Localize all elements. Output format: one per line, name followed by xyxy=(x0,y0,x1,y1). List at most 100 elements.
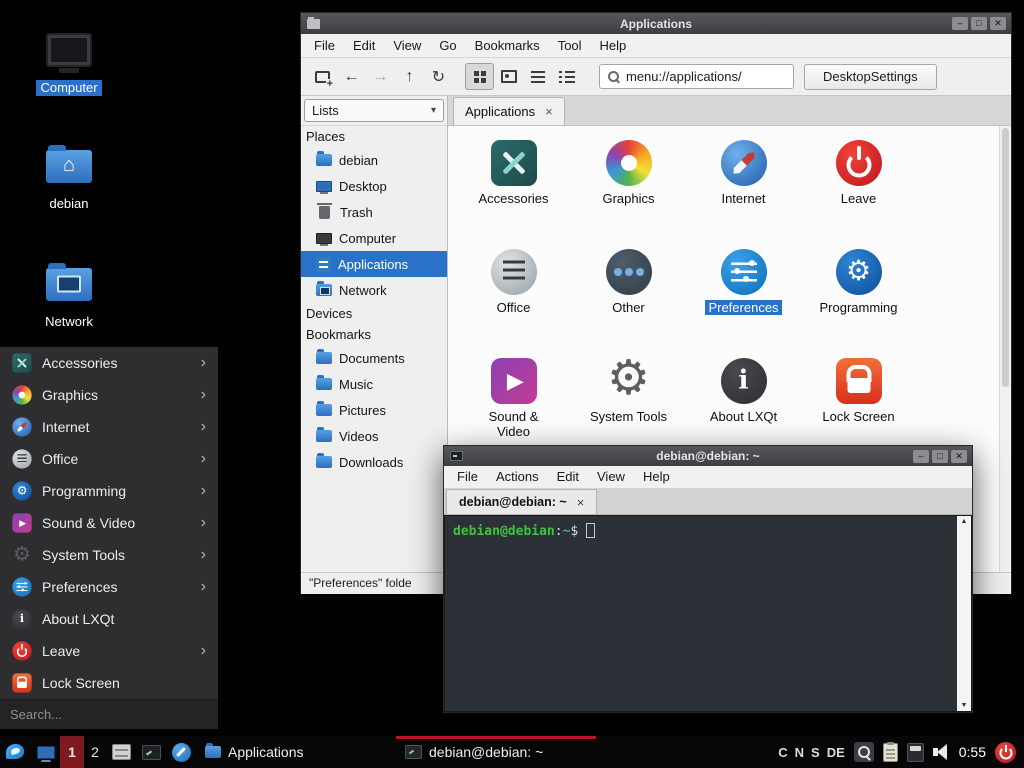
menu-edit[interactable]: Edit xyxy=(344,34,384,58)
app-category-office[interactable]: Office xyxy=(461,249,567,358)
menu-view[interactable]: View xyxy=(588,465,634,489)
menu-help[interactable]: Help xyxy=(591,34,636,58)
menu-edit[interactable]: Edit xyxy=(548,465,588,489)
address-bar[interactable]: menu://applications/ xyxy=(599,64,794,89)
thumbnail-view-button[interactable] xyxy=(494,63,523,90)
workspace-1-button[interactable]: 1 xyxy=(60,736,84,768)
menu-item-leave[interactable]: Leave› xyxy=(0,635,218,667)
sound-video-icon xyxy=(12,513,32,533)
desktop-icon-network[interactable]: Network xyxy=(21,258,117,330)
menu-item-preferences[interactable]: Preferences› xyxy=(0,571,218,603)
keyboard-layout-indicator[interactable]: DE xyxy=(827,745,845,760)
back-button[interactable]: ← xyxy=(337,63,366,90)
menu-item-system-tools[interactable]: System Tools› xyxy=(0,539,218,571)
task-button-applications[interactable]: Applications xyxy=(196,736,396,768)
clock[interactable]: 0:55 xyxy=(959,744,986,760)
sidebar-item-music[interactable]: Music xyxy=(301,371,447,397)
sidebar-item-computer[interactable]: Computer xyxy=(301,225,447,251)
tab-close-icon[interactable]: × xyxy=(577,495,585,510)
compact-view-button[interactable] xyxy=(523,63,552,90)
vertical-scrollbar[interactable] xyxy=(999,126,1011,572)
desktop-icon-computer[interactable]: Computer xyxy=(21,24,117,96)
terminal-scrollbar[interactable]: ▲ ▼ xyxy=(957,516,971,711)
window-title: debian@debian: ~ xyxy=(444,449,972,463)
folder-icon xyxy=(316,430,332,442)
detailed-view-button[interactable] xyxy=(552,63,581,90)
sidebar-item-pictures[interactable]: Pictures xyxy=(301,397,447,423)
workspace-2-button[interactable]: 2 xyxy=(84,736,106,768)
volume-icon[interactable] xyxy=(933,744,950,760)
icon-view-button[interactable] xyxy=(465,63,494,90)
menu-item-about-lxqt[interactable]: About LXQt xyxy=(0,603,218,635)
app-category-leave[interactable]: Leave xyxy=(806,140,912,249)
clipboard-tray-icon[interactable] xyxy=(883,743,898,762)
sidebar-item-desktop[interactable]: Desktop xyxy=(301,173,447,199)
menu-item-sound-video[interactable]: Sound & Video› xyxy=(0,507,218,539)
task-button-terminal[interactable]: debian@debian: ~ xyxy=(396,736,596,768)
close-button[interactable]: ✕ xyxy=(990,17,1006,30)
menu-item-lock-screen[interactable]: Lock Screen xyxy=(0,667,218,699)
terminal-tab[interactable]: debian@debian: ~ × xyxy=(446,489,597,514)
menu-item-internet[interactable]: Internet› xyxy=(0,411,218,443)
app-category-accessories[interactable]: Accessories xyxy=(461,140,567,249)
folder-icon xyxy=(316,378,332,390)
maximize-button[interactable]: □ xyxy=(932,450,948,463)
sidebar-item-network[interactable]: Network xyxy=(301,277,447,303)
sidebar-item-debian[interactable]: debian xyxy=(301,147,447,173)
menu-actions[interactable]: Actions xyxy=(487,465,548,489)
thumbnail-view-icon xyxy=(501,70,517,83)
submenu-arrow-icon: › xyxy=(201,355,206,371)
tab-close-icon[interactable]: × xyxy=(545,104,553,119)
menu-go[interactable]: Go xyxy=(430,34,465,58)
menu-bookmarks[interactable]: Bookmarks xyxy=(466,34,549,58)
accessories-icon xyxy=(12,353,32,373)
app-category-other[interactable]: Other xyxy=(576,249,682,358)
info-icon xyxy=(12,609,32,629)
menu-file[interactable]: File xyxy=(305,34,344,58)
maximize-button[interactable]: □ xyxy=(971,17,987,30)
sidebar-item-trash[interactable]: Trash xyxy=(301,199,447,225)
quicklaunch-editor[interactable] xyxy=(166,736,196,768)
desktop-icon-debian[interactable]: debian xyxy=(21,140,117,212)
show-desktop-button[interactable] xyxy=(32,736,60,768)
search-input[interactable] xyxy=(10,707,208,722)
sidebar-mode-dropdown[interactable]: Lists ▾ xyxy=(304,99,444,122)
app-category-programming[interactable]: Programming xyxy=(806,249,912,358)
new-tab-button[interactable] xyxy=(308,63,337,90)
menu-item-graphics[interactable]: Graphics› xyxy=(0,379,218,411)
up-button[interactable]: ↑ xyxy=(395,63,424,90)
app-category-preferences[interactable]: Preferences xyxy=(691,249,797,358)
minimize-button[interactable]: – xyxy=(913,450,929,463)
sidebar-item-videos[interactable]: Videos xyxy=(301,423,447,449)
magnifier-tray-icon[interactable] xyxy=(854,742,874,762)
terminal-console[interactable]: debian@debian:~$ xyxy=(445,516,957,711)
close-button[interactable]: ✕ xyxy=(951,450,967,463)
tab-applications[interactable]: Applications × xyxy=(453,97,565,125)
menu-tool[interactable]: Tool xyxy=(549,34,591,58)
start-menu-button[interactable] xyxy=(0,736,32,768)
menu-view[interactable]: View xyxy=(384,34,430,58)
scroll-up-icon[interactable]: ▲ xyxy=(961,518,968,525)
quicklaunch-file-manager[interactable] xyxy=(106,736,136,768)
forward-button[interactable]: → xyxy=(366,63,395,90)
sidebar-item-applications[interactable]: Applications xyxy=(301,251,447,277)
file-manager-titlebar[interactable]: Applications – □ ✕ xyxy=(301,13,1011,34)
quicklaunch-terminal[interactable] xyxy=(136,736,166,768)
menu-help[interactable]: Help xyxy=(634,465,679,489)
menu-item-programming[interactable]: Programming› xyxy=(0,475,218,507)
menu-item-accessories[interactable]: Accessories› xyxy=(0,347,218,379)
desktop-icon-label: debian xyxy=(45,196,92,212)
power-button[interactable] xyxy=(995,742,1016,763)
terminal-titlebar[interactable]: debian@debian: ~ – □ ✕ xyxy=(444,446,972,466)
scroll-down-icon[interactable]: ▼ xyxy=(961,702,968,709)
tray-applet-icon[interactable] xyxy=(907,743,924,762)
refresh-button[interactable]: ↻ xyxy=(424,63,453,90)
menu-item-office[interactable]: Office› xyxy=(0,443,218,475)
minimize-button[interactable]: – xyxy=(952,17,968,30)
app-category-graphics[interactable]: Graphics xyxy=(576,140,682,249)
sidebar-item-downloads[interactable]: Downloads xyxy=(301,449,447,475)
menu-file[interactable]: File xyxy=(448,465,487,489)
sidebar-item-documents[interactable]: Documents xyxy=(301,345,447,371)
app-category-internet[interactable]: Internet xyxy=(691,140,797,249)
desktop-settings-button[interactable]: DesktopSettings xyxy=(804,64,937,90)
